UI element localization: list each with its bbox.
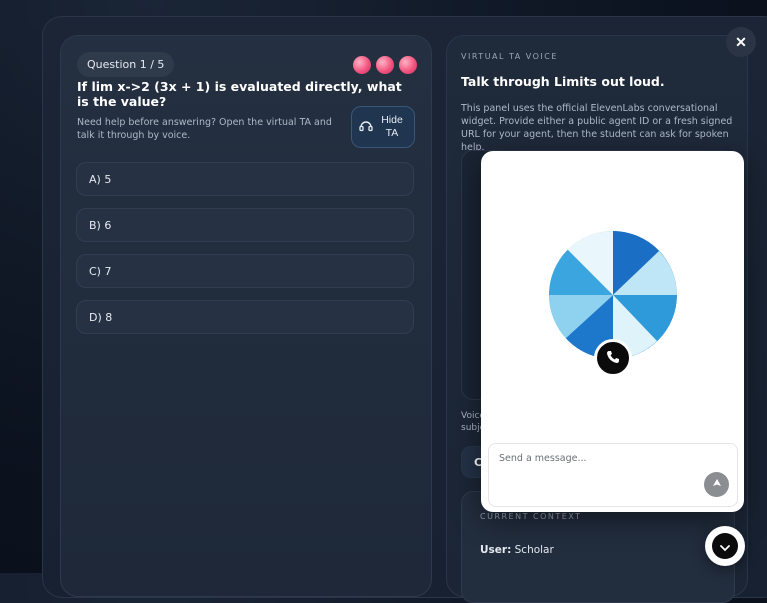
progress-dot: [399, 56, 417, 74]
question-text: If lim x->2 (3x + 1) is evaluated direct…: [77, 79, 402, 109]
hide-ta-button[interactable]: Hide TA: [351, 106, 415, 148]
progress-dot: [376, 56, 394, 74]
chevron-down-icon: [720, 537, 730, 556]
help-text: Need help before answering? Open the vir…: [77, 117, 332, 141]
widget-toggle-button[interactable]: [705, 526, 745, 566]
answer-option-a[interactable]: A) 5: [76, 162, 414, 196]
ta-description: This panel uses the official ElevenLabs …: [461, 103, 733, 153]
context-user-label: User:: [480, 544, 512, 556]
message-composer: [488, 443, 738, 507]
context-user: User: Scholar: [480, 544, 554, 556]
close-button[interactable]: ✕: [726, 27, 756, 57]
start-call-button[interactable]: [594, 339, 632, 377]
answer-option-b[interactable]: B) 6: [76, 208, 414, 242]
send-button[interactable]: [704, 472, 729, 497]
phone-icon: [606, 350, 620, 367]
question-counter-badge: Question 1 / 5: [77, 52, 175, 77]
progress-dots: [353, 56, 417, 74]
voice-widget-popup: [481, 151, 744, 512]
answer-option-c[interactable]: C) 7: [76, 254, 414, 288]
message-input[interactable]: [497, 452, 701, 465]
context-eyebrow: CURRENT CONTEXT: [480, 512, 582, 521]
answer-option-d[interactable]: D) 8: [76, 300, 414, 334]
headset-icon: [359, 120, 373, 135]
progress-dot: [353, 56, 371, 74]
quiz-panel: Question 1 / 5 If lim x->2 (3x + 1) is e…: [60, 35, 432, 597]
hide-ta-label: Hide TA: [381, 114, 403, 139]
context-user-value: Scholar: [514, 544, 554, 556]
arrow-up-icon: [712, 478, 722, 491]
ta-title: Talk through Limits out loud.: [461, 74, 665, 89]
widget-toggle-inner: [712, 533, 738, 559]
close-icon: ✕: [735, 33, 747, 50]
ta-eyebrow: VIRTUAL TA VOICE: [461, 52, 558, 61]
